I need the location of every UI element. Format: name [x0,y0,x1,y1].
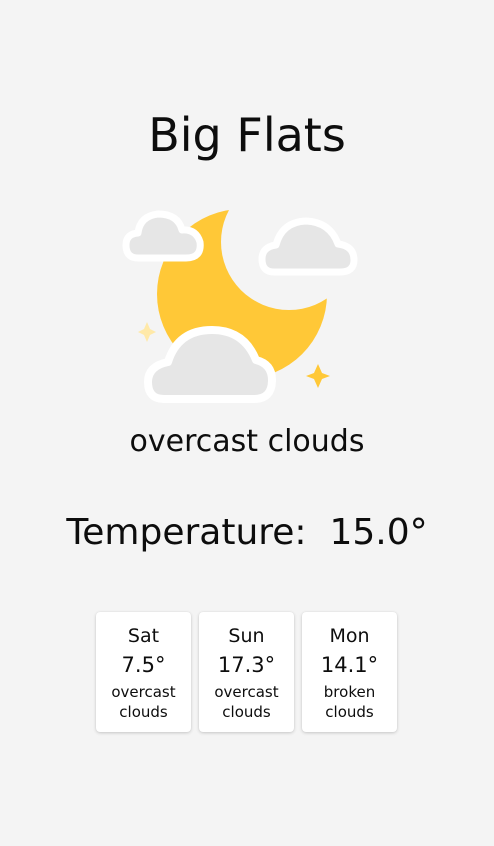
forecast-temp: 7.5° [121,653,166,677]
forecast-list: Sat 7.5° overcast clouds Sun 17.3° overc… [96,612,398,732]
forecast-day: Sat [127,625,160,647]
forecast-day: Sun [228,625,265,647]
cloud-shape [122,210,204,262]
temperature-value: 15.0° [329,512,428,553]
forecast-card-sun: Sun 17.3° overcast clouds [199,612,294,732]
forecast-temp: 14.1° [320,653,379,677]
city-name: Big Flats [148,108,346,162]
forecast-card-sat: Sat 7.5° overcast clouds [96,612,191,732]
forecast-desc: overcast clouds [111,683,176,721]
current-temperature: Temperature: 15.0° [0,512,494,553]
forecast-card-mon: Mon 14.1° broken clouds [302,612,397,732]
forecast-day: Mon [329,625,370,647]
forecast-desc: broken clouds [323,683,376,721]
temperature-label: Temperature: [66,512,307,553]
moon-cloud-icon [122,209,358,403]
sparkle-icon [138,322,156,342]
forecast-desc: overcast clouds [214,683,279,721]
sparkle-icon [306,364,330,388]
forecast-temp: 17.3° [217,653,276,677]
weather-page: Big Flats overcast clouds Temperature: 1… [0,0,494,846]
current-condition: overcast clouds [129,424,365,459]
